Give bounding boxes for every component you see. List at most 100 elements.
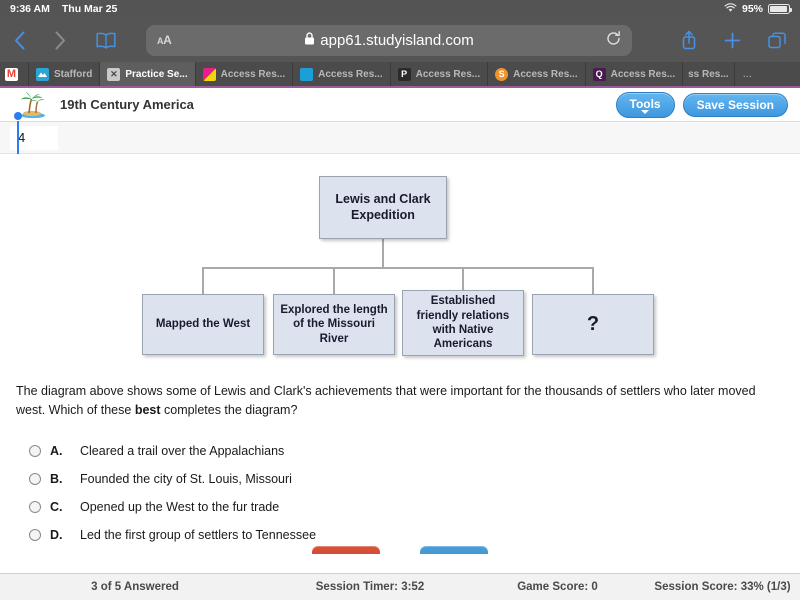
tab-access-res-3[interactable]: P Access Res... — [391, 62, 489, 86]
tab-label: ss Res... — [688, 69, 729, 80]
question-text: The diagram above shows some of Lewis an… — [16, 382, 784, 421]
game-score: Game Score: 0 — [470, 581, 645, 593]
address-bar[interactable]: AAAA app61.studyisland.com — [146, 25, 632, 56]
save-session-label: Save Session — [697, 98, 774, 112]
tab-label: Practice Se... — [125, 69, 187, 80]
answer-text: Cleared a trail over the Appalachians — [80, 444, 284, 458]
gmail-icon: M — [5, 68, 18, 81]
diagram-box-child-2: Explored the length of the Missouri Rive… — [273, 294, 395, 355]
answer-option-c[interactable]: C. Opened up the West to the fur trade — [16, 493, 784, 521]
tab-overflow-button[interactable]: ... — [735, 62, 760, 86]
question-text-part1: The diagram above shows some of Lewis an… — [16, 384, 756, 417]
url-display: app61.studyisland.com — [146, 32, 632, 49]
answer-option-d[interactable]: D. Led the first group of settlers to Te… — [16, 521, 784, 549]
tab-access-res-2[interactable]: Access Res... — [293, 62, 391, 86]
question-text-part2: completes the diagram? — [161, 403, 298, 417]
close-icon[interactable]: ✕ — [107, 68, 120, 81]
tab-label: Stafford — [54, 69, 92, 80]
radio-button-c[interactable] — [29, 501, 41, 513]
navigation-buttons — [14, 31, 146, 50]
save-session-button[interactable]: Save Session — [683, 93, 788, 117]
tab-gmail[interactable]: M — [0, 62, 29, 86]
secondary-action-button[interactable] — [420, 546, 488, 554]
connector-drop-4 — [592, 267, 594, 294]
toolbar-right-buttons — [646, 30, 786, 50]
ipad-safari-screen: 9:36 AM Thu Mar 25 95% AAAA — [0, 0, 800, 600]
teal-icon — [300, 68, 313, 81]
diagram-box-root: Lewis and Clark Expedition — [319, 176, 447, 239]
connector-drop-3 — [462, 267, 464, 290]
plus-icon[interactable] — [724, 32, 741, 49]
answer-option-a[interactable]: A. Cleared a trail over the Appalachians — [16, 437, 784, 465]
battery-percent: 95% — [742, 3, 763, 15]
answer-text: Led the first group of settlers to Tenne… — [80, 528, 316, 542]
question-text-emphasis: best — [135, 403, 161, 417]
diagram-box-unknown: ? — [532, 294, 654, 355]
tab-label: Access Res... — [221, 69, 286, 80]
answer-text: Founded the city of St. Louis, Missouri — [80, 472, 292, 486]
connector-horizontal-bar — [202, 267, 593, 269]
answered-count: 3 of 5 Answered — [0, 581, 270, 593]
primary-action-button[interactable] — [312, 546, 380, 554]
tab-label: Access Res... — [318, 69, 383, 80]
wifi-icon — [724, 3, 737, 16]
tab-practice-session[interactable]: ✕ Practice Se... — [100, 62, 195, 86]
answer-options: A. Cleared a trail over the Appalachians… — [16, 437, 784, 549]
tab-access-res-6[interactable]: ss Res... — [683, 62, 735, 86]
tab-label: Access Res... — [416, 69, 481, 80]
book-icon[interactable] — [96, 32, 116, 49]
dark-square-icon: P — [398, 68, 411, 81]
tools-label: Tools — [630, 97, 661, 111]
safari-toolbar: AAAA app61.studyisland.com — [0, 18, 800, 62]
diagram-box-child-3: Established friendly relations with Nati… — [402, 290, 524, 356]
answer-letter: B. — [50, 472, 80, 486]
radio-button-b[interactable] — [29, 473, 41, 485]
diagram-box-child-1: Mapped the West — [142, 294, 264, 355]
caret-down-icon — [641, 110, 649, 114]
page-title: 19th Century America — [60, 97, 194, 112]
radio-button-d[interactable] — [29, 529, 41, 541]
question-number-row: 4 — [0, 122, 800, 154]
answer-letter: D. — [50, 528, 80, 542]
tab-access-res-1[interactable]: Access Res... — [196, 62, 294, 86]
purple-icon: Q — [593, 68, 606, 81]
answer-letter: C. — [50, 500, 80, 514]
status-bar-left: 9:36 AM Thu Mar 25 — [10, 3, 117, 15]
orange-circle-icon: S — [495, 68, 508, 81]
session-timer: Session Timer: 3:52 — [270, 581, 470, 593]
tab-access-res-5[interactable]: Q Access Res... — [586, 62, 684, 86]
tab-strip: M Stafford ✕ Practice Se... Access Res..… — [0, 62, 800, 88]
pink-yellow-icon — [203, 68, 216, 81]
battery-icon — [768, 4, 790, 14]
radio-button-a[interactable] — [29, 445, 41, 457]
header-actions: Tools Save Session — [616, 92, 789, 118]
connector-stem — [382, 239, 384, 268]
selection-handle-top-icon[interactable] — [14, 112, 22, 120]
action-buttons — [0, 546, 800, 554]
back-chevron-icon[interactable] — [14, 31, 25, 50]
answer-text: Opened up the West to the fur trade — [80, 500, 279, 514]
tabs-icon[interactable] — [768, 32, 786, 49]
text-size-button[interactable]: AAAA — [157, 33, 171, 47]
tab-stafford[interactable]: Stafford — [29, 62, 100, 86]
question-content: Lewis and Clark Expedition Mapped the We… — [0, 154, 800, 554]
connector-drop-2 — [333, 267, 335, 294]
reload-icon[interactable] — [606, 31, 621, 50]
tools-button[interactable]: Tools — [616, 92, 675, 118]
status-bar-right: 95% — [724, 3, 790, 16]
stafford-icon — [36, 68, 49, 81]
question-number-field[interactable]: 4 — [10, 126, 58, 150]
answer-option-b[interactable]: B. Founded the city of St. Louis, Missou… — [16, 465, 784, 493]
status-time: 9:36 AM — [10, 3, 50, 15]
question-number: 4 — [18, 130, 25, 145]
tab-label: Access Res... — [513, 69, 578, 80]
tab-label: Access Res... — [611, 69, 676, 80]
share-icon[interactable] — [681, 30, 697, 50]
answer-letter: A. — [50, 444, 80, 458]
status-footer: 3 of 5 Answered Session Timer: 3:52 Game… — [0, 573, 800, 600]
tab-access-res-4[interactable]: S Access Res... — [488, 62, 586, 86]
forward-chevron-icon — [55, 31, 66, 50]
app-header: 19th Century America Tools Save Session — [0, 88, 800, 122]
lock-icon — [304, 32, 315, 48]
text-selection-caret — [17, 121, 19, 155]
